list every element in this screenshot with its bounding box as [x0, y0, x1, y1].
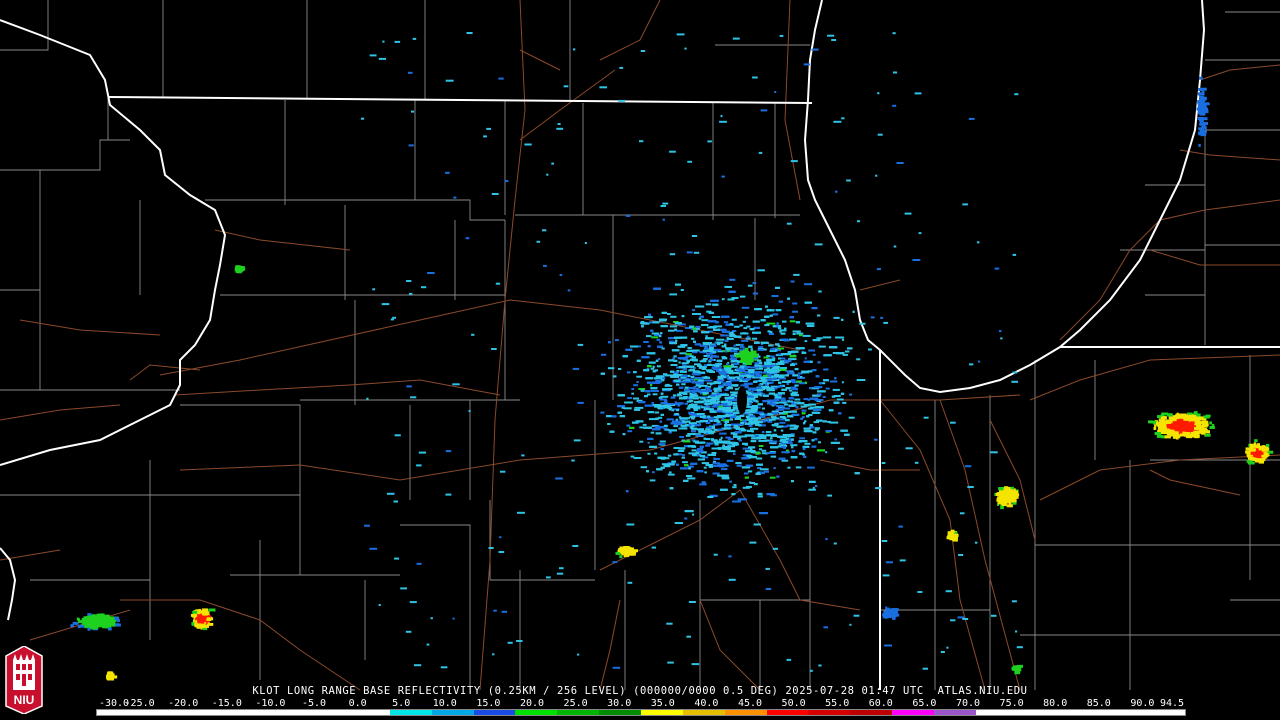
- scale-label: 10.0: [432, 698, 457, 709]
- scale-label: 55.0: [825, 698, 850, 709]
- scale-swatch: [222, 710, 265, 715]
- radar-reflectivity-map: [0, 0, 1280, 720]
- scale-label: 35.0: [650, 698, 675, 709]
- scale-swatch: [724, 710, 767, 715]
- scale-swatch: [892, 710, 934, 715]
- scale-swatch: [1017, 710, 1060, 715]
- scale-swatch: [850, 710, 893, 715]
- map-caption: KLOT LONG RANGE BASE REFLECTIVITY (0.25K…: [252, 685, 1028, 697]
- scale-swatch: [180, 710, 223, 715]
- scale-swatch: [557, 710, 600, 715]
- scale-label: 85.0: [1086, 698, 1111, 709]
- scale-swatch: [473, 710, 516, 715]
- scale-label: -15.0: [211, 698, 242, 709]
- scale-swatch: [306, 710, 349, 715]
- scale-label: 25.0: [563, 698, 588, 709]
- scale-swatch: [808, 710, 851, 715]
- scale-swatch: [431, 710, 474, 715]
- scale-swatch: [389, 710, 432, 715]
- scale-label: 90.0: [1130, 698, 1155, 709]
- scale-label: -5.0: [301, 698, 327, 709]
- scale-label: 30.0: [607, 698, 632, 709]
- scale-swatch: [933, 710, 976, 715]
- scale-swatch: [264, 710, 307, 715]
- scale-swatch: [975, 710, 1018, 715]
- scale-swatch: [1059, 710, 1102, 715]
- scale-label: 75.0: [999, 698, 1024, 709]
- scale-swatch: [682, 710, 725, 715]
- scale-label: 5.0: [392, 698, 411, 709]
- scale-label: 20.0: [519, 698, 545, 709]
- scale-swatch: [599, 710, 641, 715]
- scale-label: -25.0: [124, 698, 155, 709]
- scale-label: 80.0: [1043, 698, 1068, 709]
- reflectivity-color-scale: [96, 709, 1186, 716]
- scale-label: 60.0: [868, 698, 893, 709]
- radar-site: [737, 386, 747, 414]
- scale-swatch: [138, 710, 181, 715]
- scale-label: 70.0: [955, 698, 981, 709]
- scale-label: 50.0: [781, 698, 806, 709]
- scale-label: 40.0: [694, 698, 719, 709]
- scale-swatch: [1101, 710, 1144, 715]
- scale-label: 94.5: [1159, 698, 1185, 709]
- scale-label: -20.0: [168, 698, 199, 709]
- scale-label: 0.0: [348, 698, 367, 709]
- scale-label: 15.0: [476, 698, 501, 709]
- scale-swatch: [97, 710, 139, 715]
- scale-swatch: [348, 710, 390, 715]
- niu-logo: NIU: [5, 646, 43, 714]
- scale-swatch: [766, 710, 809, 715]
- scale-swatch: [640, 710, 683, 715]
- scale-label: 65.0: [912, 698, 937, 709]
- scale-swatch: [515, 710, 558, 715]
- scale-label: -10.0: [255, 698, 286, 709]
- scale-swatch: [1143, 710, 1185, 715]
- scale-label: 45.0: [737, 698, 763, 709]
